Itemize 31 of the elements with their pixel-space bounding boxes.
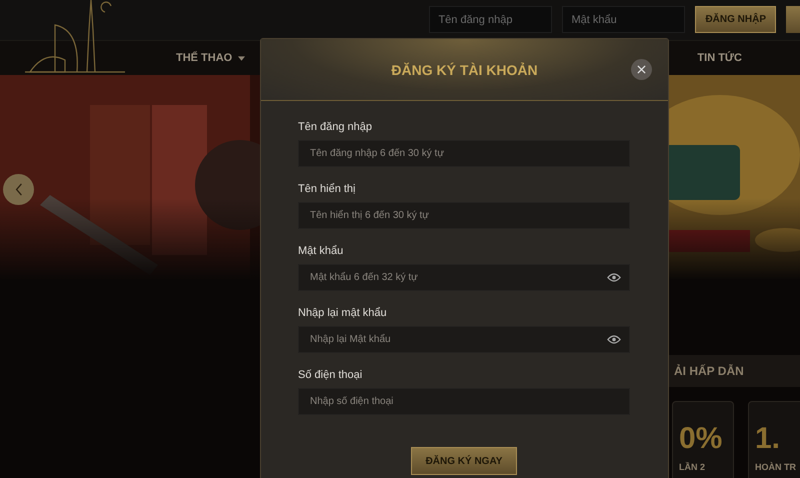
eye-icon[interactable] [607,335,621,344]
nav-link[interactable]: TIN TỨC [697,52,742,64]
field-label: Nhập lại mật khẩu [298,307,388,320]
close-icon [637,65,646,74]
chevron-left-icon [14,183,22,196]
input-field[interactable]: Mật khẩu 6 đến 32 ký tự [298,264,630,291]
promo-card[interactable]: 0% LẦN 2 [672,401,734,478]
input-field[interactable]: Nhập số điện thoại [298,388,630,415]
promo-value: 1. [755,422,780,456]
dialog-title: ĐĂNG KÝ TÀI KHOẢN [391,62,538,78]
close-button[interactable] [631,59,652,80]
input-field[interactable]: Tên hiển thị 6 đến 30 ký tự [298,202,630,229]
city-skyline-logo[interactable] [25,0,125,75]
input-field[interactable]: Nhập lại Mật khẩu [298,326,630,353]
register-button[interactable]: ĐĂNG KÝ NGAY [410,447,518,475]
eye-icon[interactable] [607,273,621,282]
nav-link[interactable]: THỂ THAO [176,52,246,64]
promo-caption: HOÀN TR [755,462,796,472]
username-field[interactable]: Tên đăng nhập [429,6,552,33]
input-field[interactable]: Tên đăng nhập 6 đến 30 ký tự [298,140,630,167]
field-label: Mật khẩu [298,245,344,258]
caret-icon [238,56,246,60]
password-field[interactable]: Mật khẩu [562,6,686,33]
login-button[interactable]: ĐĂNG NHẬP [695,6,776,33]
promo-card[interactable]: 1. HOÀN TR [748,401,800,478]
section-title: ẢI HẤP DẪN [674,364,744,378]
field-label: Tên đăng nhập [298,121,374,134]
field-label: Tên hiển thị [298,183,356,196]
promo-value: 0% [679,422,722,456]
field-label: Số điện thoại [298,369,364,382]
promo-caption: LẦN 2 [679,462,706,472]
